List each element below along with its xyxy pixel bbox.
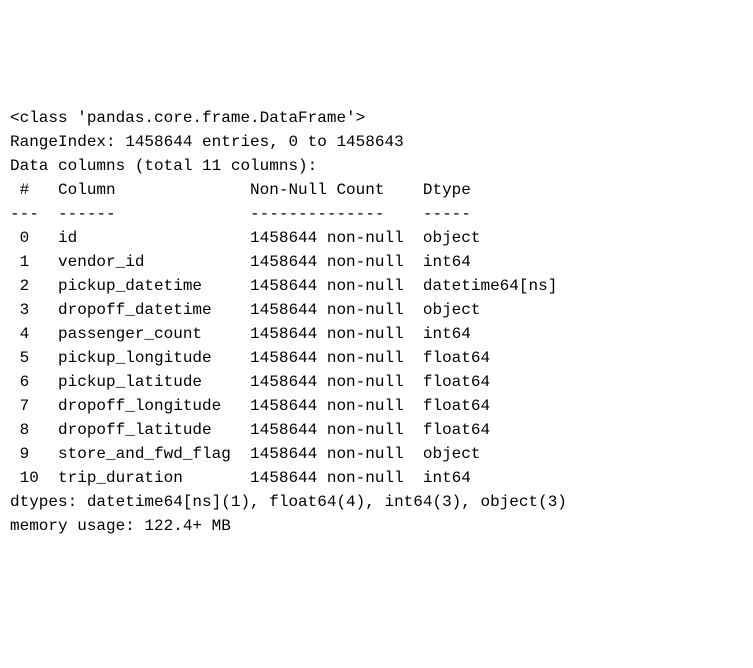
row-dtype: float64 <box>413 349 557 367</box>
row-column-name: vendor_id <box>48 253 240 271</box>
row-nonnull: 1458644 non-null <box>240 277 413 295</box>
table-row: 3 dropoff_datetime 1458644 non-null obje… <box>10 298 743 322</box>
row-column-name: pickup_datetime <box>48 277 240 295</box>
header-dtype: Dtype <box>413 181 557 199</box>
row-nonnull: 1458644 non-null <box>240 445 413 463</box>
row-column-name: pickup_longitude <box>48 349 240 367</box>
divider-nonnull: -------------- <box>240 205 413 223</box>
table-header-row: # Column Non-Null Count Dtype <box>10 178 743 202</box>
dtypes-summary: dtypes: datetime64[ns](1), float64(4), i… <box>10 490 743 514</box>
row-nonnull: 1458644 non-null <box>240 253 413 271</box>
row-dtype: object <box>413 229 557 247</box>
class-line: <class 'pandas.core.frame.DataFrame'> <box>10 106 743 130</box>
row-dtype: int64 <box>413 253 557 271</box>
row-dtype: float64 <box>413 373 557 391</box>
row-dtype: int64 <box>413 469 557 487</box>
divider-dtype: ----- <box>413 205 557 223</box>
row-dtype: int64 <box>413 325 557 343</box>
table-row: 10 trip_duration 1458644 non-null int64 <box>10 466 743 490</box>
row-column-name: dropoff_latitude <box>48 421 240 439</box>
row-column-name: dropoff_longitude <box>48 397 240 415</box>
row-column-name: pickup_latitude <box>48 373 240 391</box>
row-idx: 6 <box>10 373 48 391</box>
row-idx: 0 <box>10 229 48 247</box>
row-nonnull: 1458644 non-null <box>240 301 413 319</box>
row-dtype: datetime64[ns] <box>413 277 557 295</box>
row-dtype: object <box>413 445 557 463</box>
row-column-name: passenger_count <box>48 325 240 343</box>
row-idx: 3 <box>10 301 48 319</box>
row-idx: 4 <box>10 325 48 343</box>
table-row: 9 store_and_fwd_flag 1458644 non-null ob… <box>10 442 743 466</box>
table-row: 0 id 1458644 non-null object <box>10 226 743 250</box>
row-nonnull: 1458644 non-null <box>240 469 413 487</box>
table-row: 7 dropoff_longitude 1458644 non-null flo… <box>10 394 743 418</box>
dataframe-info-output: <class 'pandas.core.frame.DataFrame'>Ran… <box>10 106 743 538</box>
row-column-name: store_and_fwd_flag <box>48 445 240 463</box>
row-nonnull: 1458644 non-null <box>240 397 413 415</box>
row-column-name: id <box>48 229 240 247</box>
table-row: 8 dropoff_latitude 1458644 non-null floa… <box>10 418 743 442</box>
row-idx: 8 <box>10 421 48 439</box>
row-nonnull: 1458644 non-null <box>240 229 413 247</box>
table-row: 5 pickup_longitude 1458644 non-null floa… <box>10 346 743 370</box>
row-dtype: object <box>413 301 557 319</box>
row-idx: 1 <box>10 253 48 271</box>
table-divider-row: --- ------ -------------- ----- <box>10 202 743 226</box>
divider-column: ------ <box>48 205 240 223</box>
memory-usage: memory usage: 122.4+ MB <box>10 514 743 538</box>
row-idx: 2 <box>10 277 48 295</box>
divider-idx: --- <box>10 205 48 223</box>
row-idx: 5 <box>10 349 48 367</box>
row-column-name: trip_duration <box>48 469 240 487</box>
table-row: 1 vendor_id 1458644 non-null int64 <box>10 250 743 274</box>
row-idx: 9 <box>10 445 48 463</box>
row-idx: 7 <box>10 397 48 415</box>
range-index-line: RangeIndex: 1458644 entries, 0 to 145864… <box>10 130 743 154</box>
row-nonnull: 1458644 non-null <box>240 373 413 391</box>
header-nonnull: Non-Null Count <box>240 181 413 199</box>
row-dtype: float64 <box>413 397 557 415</box>
table-row: 2 pickup_datetime 1458644 non-null datet… <box>10 274 743 298</box>
row-column-name: dropoff_datetime <box>48 301 240 319</box>
table-row: 4 passenger_count 1458644 non-null int64 <box>10 322 743 346</box>
header-idx: # <box>10 181 48 199</box>
header-column: Column <box>48 181 240 199</box>
row-nonnull: 1458644 non-null <box>240 349 413 367</box>
row-dtype: float64 <box>413 421 557 439</box>
data-columns-line: Data columns (total 11 columns): <box>10 154 743 178</box>
table-row: 6 pickup_latitude 1458644 non-null float… <box>10 370 743 394</box>
row-nonnull: 1458644 non-null <box>240 421 413 439</box>
row-idx: 10 <box>10 469 48 487</box>
row-nonnull: 1458644 non-null <box>240 325 413 343</box>
